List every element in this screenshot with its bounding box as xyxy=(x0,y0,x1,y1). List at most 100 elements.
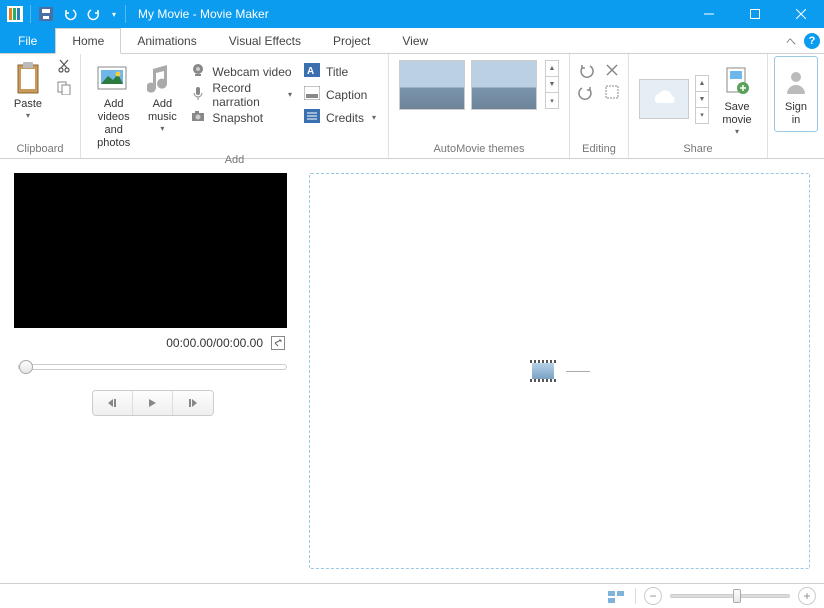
maximize-button[interactable] xyxy=(732,0,778,28)
zoom-thumb[interactable] xyxy=(733,589,741,603)
status-bar: − + xyxy=(0,583,824,608)
tab-project[interactable]: Project xyxy=(317,28,386,53)
gallery-down-icon[interactable]: ▼ xyxy=(545,76,559,93)
save-movie-label: Save movie xyxy=(722,101,751,127)
save-movie-button[interactable]: Save movie ▾ xyxy=(713,59,761,138)
music-note-icon xyxy=(147,58,177,98)
time-display: 00:00.00/00:00.00 xyxy=(166,336,263,350)
main-area: 00:00.00/00:00.00 xyxy=(0,159,824,583)
share-up-icon[interactable]: ▲ xyxy=(695,75,709,92)
ribbon-tabs: File Home Animations Visual Effects Proj… xyxy=(0,28,824,54)
credits-button[interactable]: Credits▾ xyxy=(300,106,380,129)
placeholder-line xyxy=(566,371,590,372)
close-button[interactable] xyxy=(778,0,824,28)
redo-icon[interactable] xyxy=(83,3,105,25)
snapshot-label: Snapshot xyxy=(212,111,263,125)
minimize-button[interactable] xyxy=(686,0,732,28)
time-total: 00:00.00 xyxy=(216,336,263,350)
tab-file[interactable]: File xyxy=(0,28,55,53)
group-add: Add videos and photos Add music ▾ Webcam… xyxy=(81,54,389,158)
cut-icon[interactable] xyxy=(54,56,74,76)
title-block-icon: A xyxy=(304,63,320,80)
prev-frame-button[interactable] xyxy=(93,391,133,415)
separator xyxy=(125,5,126,23)
filmstrip-icon xyxy=(530,360,556,382)
play-button[interactable] xyxy=(133,391,173,415)
rotate-right-icon[interactable] xyxy=(578,84,594,100)
save-movie-icon xyxy=(723,61,751,101)
zoom-in-button[interactable]: + xyxy=(798,587,816,605)
record-narration-button[interactable]: Record narration▾ xyxy=(186,83,296,106)
save-icon[interactable] xyxy=(35,3,57,25)
video-preview[interactable] xyxy=(14,173,287,328)
webcam-icon xyxy=(190,62,206,81)
separator xyxy=(30,5,31,23)
help-icon[interactable]: ? xyxy=(804,33,820,49)
window-title: My Movie - Movie Maker xyxy=(132,7,686,21)
gallery-up-icon[interactable]: ▲ xyxy=(545,60,559,77)
group-label-editing: Editing xyxy=(576,141,622,158)
tab-view[interactable]: View xyxy=(386,28,444,53)
undo-icon[interactable] xyxy=(59,3,81,25)
tab-home[interactable]: Home xyxy=(55,28,121,54)
title-button[interactable]: A Title xyxy=(300,60,380,83)
onedrive-share-icon[interactable] xyxy=(639,79,689,119)
customize-qat-icon[interactable]: ▾ xyxy=(107,3,121,25)
collapse-ribbon-icon[interactable]: へ xyxy=(786,33,796,48)
group-clipboard: Paste ▾ Clipboard xyxy=(0,54,81,158)
share-down-icon[interactable]: ▼ xyxy=(695,91,709,108)
photo-icon xyxy=(96,58,132,98)
snapshot-button[interactable]: Snapshot xyxy=(186,106,296,129)
timeline-pane xyxy=(305,159,824,583)
share-more-icon[interactable]: ▾ xyxy=(695,107,709,124)
title-bar: ▾ My Movie - Movie Maker xyxy=(0,0,824,28)
tab-animations[interactable]: Animations xyxy=(121,28,212,53)
person-icon xyxy=(783,61,809,101)
add-videos-photos-button[interactable]: Add videos and photos xyxy=(87,56,140,152)
delete-icon[interactable] xyxy=(604,62,620,78)
webcam-label: Webcam video xyxy=(212,65,291,79)
theme-thumb-2[interactable] xyxy=(471,60,537,110)
paste-button[interactable]: Paste ▾ xyxy=(6,56,50,122)
tab-visual-effects[interactable]: Visual Effects xyxy=(213,28,317,53)
clipboard-icon xyxy=(14,58,42,98)
group-label-signin xyxy=(774,141,818,158)
seek-slider[interactable] xyxy=(18,364,287,370)
zoom-out-button[interactable]: − xyxy=(644,587,662,605)
signin-label: Sign in xyxy=(785,101,807,127)
caption-block-icon xyxy=(304,86,320,103)
fullscreen-icon[interactable] xyxy=(271,336,285,350)
group-label-automovie: AutoMovie themes xyxy=(395,141,563,158)
theme-thumb-1[interactable] xyxy=(399,60,465,110)
group-editing: Editing xyxy=(570,54,629,158)
record-label: Record narration xyxy=(212,81,280,109)
paste-label: Paste xyxy=(14,98,42,111)
seek-thumb[interactable] xyxy=(19,360,33,374)
camera-icon xyxy=(190,108,206,127)
app-logo-icon[interactable] xyxy=(4,3,26,25)
thumbnails-view-icon[interactable] xyxy=(607,588,627,604)
next-frame-button[interactable] xyxy=(173,391,213,415)
caption-button[interactable]: Caption xyxy=(300,83,380,106)
storyboard-dropzone[interactable] xyxy=(309,173,810,569)
sign-in-button[interactable]: Sign in xyxy=(774,56,818,132)
select-all-icon[interactable] xyxy=(604,84,620,100)
separator xyxy=(635,588,636,604)
gallery-more-icon[interactable]: ▾ xyxy=(545,92,559,109)
credits-label: Credits xyxy=(326,111,364,125)
add-music-button[interactable]: Add music ▾ xyxy=(140,56,184,135)
zoom-slider[interactable] xyxy=(670,594,790,598)
rotate-left-icon[interactable] xyxy=(578,62,594,78)
svg-text:A: A xyxy=(307,66,314,77)
group-automovie: ▲ ▼ ▾ AutoMovie themes xyxy=(389,54,570,158)
caption-label: Caption xyxy=(326,88,367,102)
group-label-clipboard: Clipboard xyxy=(6,141,74,158)
transport-controls xyxy=(92,390,214,416)
title-label: Title xyxy=(326,65,348,79)
copy-icon[interactable] xyxy=(54,78,74,98)
ribbon: Paste ▾ Clipboard Add videos and photos … xyxy=(0,54,824,159)
preview-pane: 00:00.00/00:00.00 xyxy=(0,159,305,583)
group-share: ▲ ▼ ▾ Save movie ▾ Share xyxy=(629,54,768,158)
quick-access-toolbar: ▾ xyxy=(0,3,132,25)
group-signin: Sign in xyxy=(768,54,824,158)
